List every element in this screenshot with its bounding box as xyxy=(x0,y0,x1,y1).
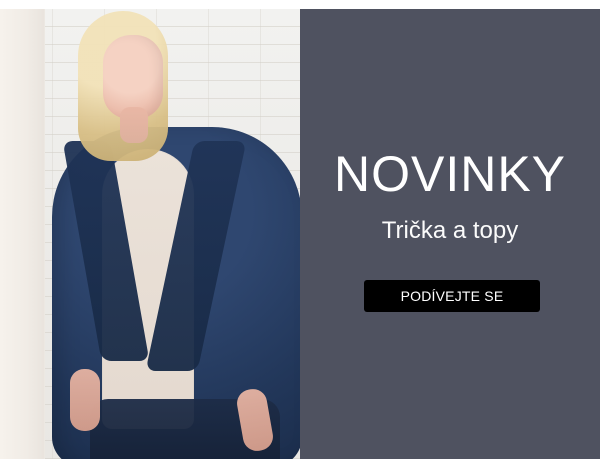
view-button[interactable]: PODÍVEJTE SE xyxy=(364,280,540,312)
model-hand-left xyxy=(70,369,100,431)
model-photo xyxy=(0,9,300,459)
promo-panel: NOVINKY Trička a topy PODÍVEJTE SE xyxy=(300,9,600,459)
promo-banner: NOVINKY Trička a topy PODÍVEJTE SE xyxy=(0,9,600,459)
promo-headline: NOVINKY xyxy=(333,146,567,202)
model-neck xyxy=(120,107,148,143)
background-column xyxy=(0,9,45,459)
promo-subheadline: Trička a topy xyxy=(381,217,519,244)
